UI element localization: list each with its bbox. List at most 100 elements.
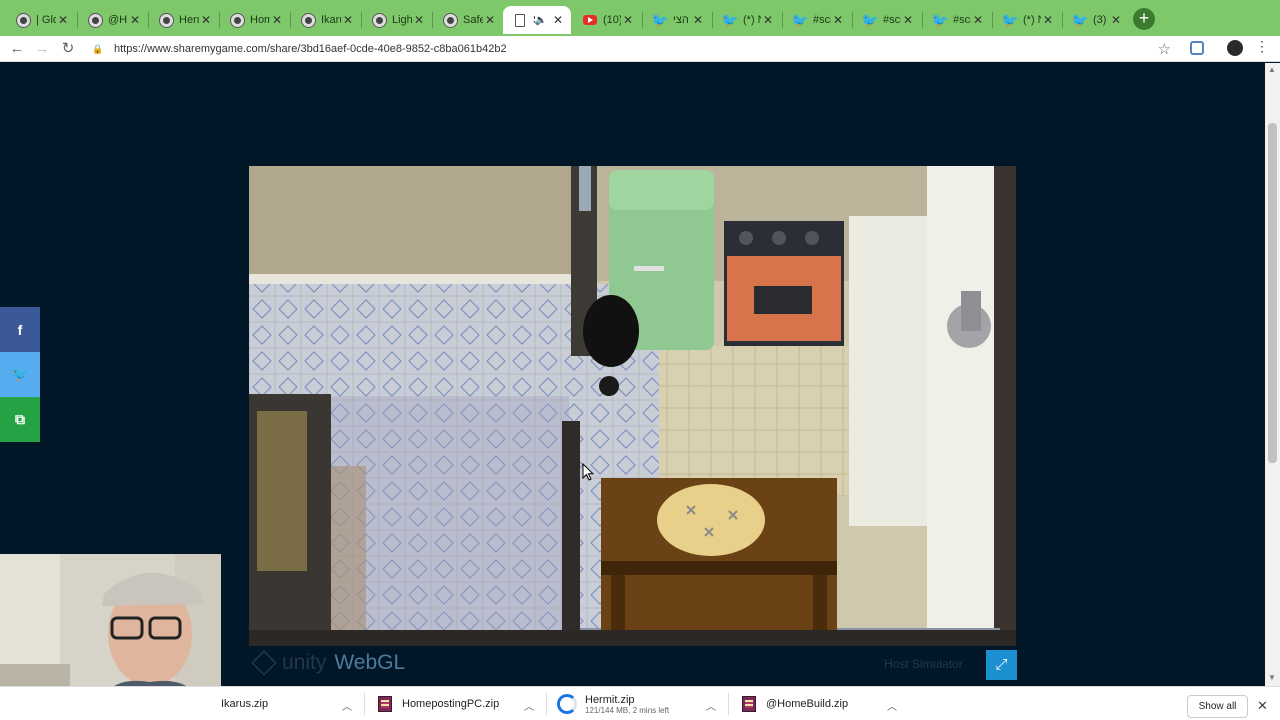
download-item[interactable]: @HomeBuild.zip: [742, 687, 892, 720]
close-icon[interactable]: ✕: [483, 13, 497, 27]
download-item[interactable]: Hermit.zip 121/144 MB, 2 mins left: [557, 687, 707, 720]
twitter-icon: 🐦: [11, 366, 29, 382]
downloads-bar: Ikarus.zip ︿ HomepostingPC.zip ︿ Hermit.…: [0, 686, 1280, 720]
twitter-icon: 🐦: [861, 12, 879, 28]
chevron-up-icon[interactable]: ︿: [524, 698, 534, 713]
game-scene: [249, 166, 1016, 646]
close-icon[interactable]: ✕: [551, 13, 565, 27]
new-tab-button[interactable]: +: [1133, 8, 1155, 30]
close-icon[interactable]: ✕: [412, 13, 426, 27]
close-icon[interactable]: ✕: [831, 13, 845, 27]
facebook-share-button[interactable]: f: [0, 307, 40, 352]
tab-title: (*) N: [1023, 14, 1041, 26]
twitter-icon: 🐦: [721, 12, 739, 28]
tab-active[interactable]: S 🔈 ✕: [503, 6, 571, 34]
chevron-up-icon[interactable]: ︿: [706, 698, 716, 713]
tab[interactable]: Safe ✕: [433, 6, 503, 34]
bookmark-star-icon[interactable]: ☆: [1158, 40, 1171, 58]
tab[interactable]: Herm ✕: [149, 6, 219, 34]
tab-title: Ligh: [392, 14, 412, 26]
tab[interactable]: Hom ✕: [220, 6, 290, 34]
facebook-icon: f: [17, 321, 23, 338]
forward-icon[interactable]: →: [32, 39, 52, 59]
globe-icon: [301, 13, 315, 27]
download-filename: Ikarus.zip: [221, 698, 269, 710]
close-icon[interactable]: ✕: [901, 13, 915, 27]
tab-title: | Glo: [36, 14, 56, 26]
tab-title: Ikaru: [321, 14, 341, 26]
close-icon[interactable]: ✕: [128, 13, 142, 27]
close-icon[interactable]: ✕: [56, 13, 70, 27]
scrollbar[interactable]: ▲ ▼: [1265, 63, 1280, 686]
tab[interactable]: | Glo ✕: [6, 6, 76, 34]
close-icon[interactable]: ✕: [1041, 13, 1055, 27]
tab[interactable]: 🐦 הצי ✕: [643, 6, 711, 34]
share-button[interactable]: ⧉: [0, 397, 40, 442]
unity-label: unity: [282, 651, 327, 674]
close-icon[interactable]: ✕: [761, 13, 775, 27]
close-icon[interactable]: ✕: [270, 13, 284, 27]
tab[interactable]: 🐦 #sci ✕: [923, 6, 991, 34]
twitter-icon: 🐦: [1001, 12, 1019, 28]
tab-title: #sci: [883, 14, 901, 26]
close-icon[interactable]: ✕: [1257, 698, 1268, 714]
globe-icon: [372, 13, 386, 27]
progress-ring-icon: [557, 694, 577, 714]
profile-avatar-icon[interactable]: [1227, 40, 1243, 56]
scroll-up-icon[interactable]: ▲: [1268, 65, 1276, 74]
close-icon[interactable]: ✕: [1109, 13, 1123, 27]
youtube-icon: [583, 13, 597, 27]
show-all-button[interactable]: Show all: [1187, 695, 1248, 718]
unity-webgl-logo: unity WebGL: [251, 650, 406, 676]
download-filename: @HomeBuild.zip: [766, 698, 849, 710]
download-item[interactable]: HomepostingPC.zip: [378, 687, 528, 720]
tab[interactable]: 🐦 #sci ✕: [853, 6, 921, 34]
tab[interactable]: Ikaru ✕: [291, 6, 361, 34]
tab-title: @H: [108, 14, 128, 26]
globe-icon: [159, 13, 173, 27]
twitter-share-button[interactable]: 🐦: [0, 352, 40, 397]
tab-title: (10): [603, 14, 621, 26]
download-filename: Hermit.zip: [585, 693, 635, 706]
download-status: 121/144 MB, 2 mins left: [585, 705, 670, 715]
tab[interactable]: 🐦 (3) ✕: [1063, 6, 1129, 34]
reload-icon[interactable]: ↻: [58, 39, 78, 59]
close-icon[interactable]: ✕: [341, 13, 355, 27]
close-icon[interactable]: ✕: [199, 13, 213, 27]
close-icon[interactable]: ✕: [971, 13, 985, 27]
close-icon[interactable]: ✕: [621, 13, 635, 27]
address-toolbar: ← → ↻ 🔒 https://www.sharemygame.com/shar…: [0, 36, 1280, 62]
tab[interactable]: 🐦 #sci ✕: [783, 6, 851, 34]
tab-title: Hom: [250, 14, 270, 26]
speaker-icon[interactable]: 🔈: [535, 15, 547, 26]
tab[interactable]: 🐦 (*) N ✕: [713, 6, 781, 34]
scroll-down-icon[interactable]: ▼: [1268, 673, 1276, 682]
tab[interactable]: @H ✕: [78, 6, 148, 34]
lock-icon: 🔒: [92, 43, 104, 54]
tab-title: #sci: [953, 14, 971, 26]
scroll-thumb[interactable]: [1268, 123, 1277, 463]
tab[interactable]: (10) ✕: [573, 6, 641, 34]
fullscreen-button[interactable]: ⤢: [986, 650, 1017, 680]
tab[interactable]: Ligh ✕: [362, 6, 432, 34]
zip-archive-icon: [742, 696, 756, 712]
mouse-cursor-icon: [582, 463, 594, 481]
back-icon[interactable]: ←: [7, 39, 27, 59]
share-icon: ⧉: [15, 411, 25, 427]
menu-icon[interactable]: ⋮: [1255, 38, 1269, 55]
globe-icon: [443, 13, 457, 27]
document-icon: [513, 13, 527, 27]
game-canvas[interactable]: [249, 166, 1016, 646]
download-item[interactable]: Ikarus.zip: [221, 687, 361, 720]
tab-title: #sci: [813, 14, 831, 26]
download-filename: HomepostingPC.zip: [402, 698, 500, 710]
tab[interactable]: 🐦 (*) N ✕: [993, 6, 1061, 34]
webgl-label: WebGL: [334, 651, 406, 674]
unity-icon: [251, 650, 277, 676]
chevron-up-icon[interactable]: ︿: [887, 698, 897, 713]
globe-icon: [16, 13, 30, 27]
chevron-up-icon[interactable]: ︿: [342, 698, 352, 713]
close-icon[interactable]: ✕: [691, 13, 705, 27]
extension-icon[interactable]: [1190, 41, 1204, 55]
address-bar[interactable]: 🔒 https://www.sharemygame.com/share/3bd1…: [92, 38, 1179, 60]
